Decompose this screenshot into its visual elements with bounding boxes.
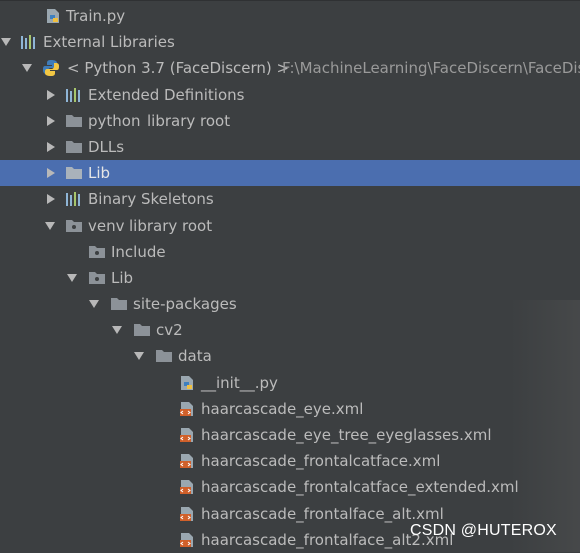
tree-item-venv[interactable]: venv library root [0,213,580,239]
expand-arrow-icon[interactable] [21,55,33,81]
tree-item-label: Lib [88,164,111,183]
tree-item-python[interactable]: python library root [0,108,580,134]
tree-item-label: venv [88,216,125,235]
tree-item-label: Binary Skeletons [88,190,214,209]
library-icon [65,82,83,108]
tree-item-site-packages[interactable]: site-packages [0,291,580,317]
xml-file-icon [178,474,196,500]
folder-icon [133,317,151,343]
folder-icon [65,134,83,160]
collapse-arrow-icon[interactable] [45,134,57,160]
expand-arrow-icon[interactable] [111,317,123,343]
tree-item-label: DLLs [88,137,125,156]
folder-icon [155,343,173,369]
tree-item-label: haarcascade_frontalface_alt.xml [201,504,444,523]
expand-arrow-icon[interactable] [0,29,12,55]
tree-item-binary-skeletons[interactable]: Binary Skeletons [0,186,580,212]
xml-file-icon [178,501,196,527]
library-icon [20,29,38,55]
expand-arrow-icon[interactable] [44,213,56,239]
tree-item-data[interactable]: data [0,343,580,369]
tree-item-label: haarcascade_eye.xml [201,399,364,418]
tree-item-label: site-packages [133,295,237,314]
tree-item-dlls[interactable]: DLLs [0,134,580,160]
tree-item-include[interactable]: Include [0,239,580,265]
sdk-name: < Python 3.7 (FaceDiscern) > [67,59,290,78]
collapse-arrow-icon[interactable] [45,108,57,134]
library-root-hint: library root [147,111,231,130]
folder-icon [110,291,128,317]
tree-item-label: haarcascade_frontalcatface.xml [201,452,441,471]
tree-item-venv-lib[interactable]: Lib [0,265,580,291]
tree-item-lib[interactable]: Lib [0,160,580,187]
library-icon [65,186,83,212]
tree-item-cv2[interactable]: cv2 [0,317,580,343]
tree-item-label: Train.py [66,7,126,25]
tree-item-label: Lib [111,268,134,287]
xml-file-icon [178,422,196,448]
tree-item-label: haarcascade_frontalcatface_extended.xml [201,478,519,497]
tree-item-label: haarcascade_eye_tree_eyeglasses.xml [201,426,492,444]
tree-item-file[interactable]: haarcascade_eye_tree_eyeglasses.xml [0,422,580,448]
sdk-path: F:\MachineLearning\FaceDiscern\FaceDisc [282,59,580,78]
tree-item-label: cv2 [156,321,183,340]
tree-item-train-py[interactable]: Train.py [0,3,580,29]
tree-item-label: data [178,347,212,366]
tree-item-label: External Libraries [43,33,175,52]
tree-item-label: Extended Definitions [88,85,245,104]
tree-item-file[interactable]: haarcascade_frontalcatface.xml [0,448,580,474]
xml-file-icon [178,527,196,553]
tree-item-python-sdk[interactable]: < Python 3.7 (FaceDiscern) > F:\MachineL… [0,55,580,81]
top-divider [0,0,580,1]
collapse-arrow-icon[interactable] [45,82,57,108]
folder-icon [65,213,83,239]
folder-icon [88,265,106,291]
python-file-icon [44,3,62,29]
library-root-hint: library root [129,216,213,235]
watermark: CSDN @HUTEROX [410,522,557,539]
project-tree[interactable]: Train.py External Libraries < Python 3.7… [0,3,580,553]
tree-item-label: python [88,111,141,130]
folder-icon [65,160,83,186]
collapse-arrow-icon[interactable] [45,160,57,186]
tree-item-external-libraries[interactable]: External Libraries [0,29,580,55]
expand-arrow-icon[interactable] [88,291,100,317]
tree-item-file[interactable]: haarcascade_eye.xml [0,396,580,422]
xml-file-icon [178,448,196,474]
tree-item-label: Include [111,242,166,261]
python-file-icon [178,370,196,396]
folder-icon [88,239,106,265]
python-logo-icon [42,55,60,81]
expand-arrow-icon[interactable] [133,343,145,369]
xml-file-icon [178,396,196,422]
tree-item-file[interactable]: haarcascade_frontalcatface_extended.xml [0,474,580,500]
tree-item-extended-definitions[interactable]: Extended Definitions [0,82,580,108]
tree-item-file[interactable]: __init__.py [0,370,580,396]
folder-icon [65,108,83,134]
expand-arrow-icon[interactable] [66,265,78,291]
collapse-arrow-icon[interactable] [45,186,57,212]
tree-item-label: __init__.py [201,373,278,392]
